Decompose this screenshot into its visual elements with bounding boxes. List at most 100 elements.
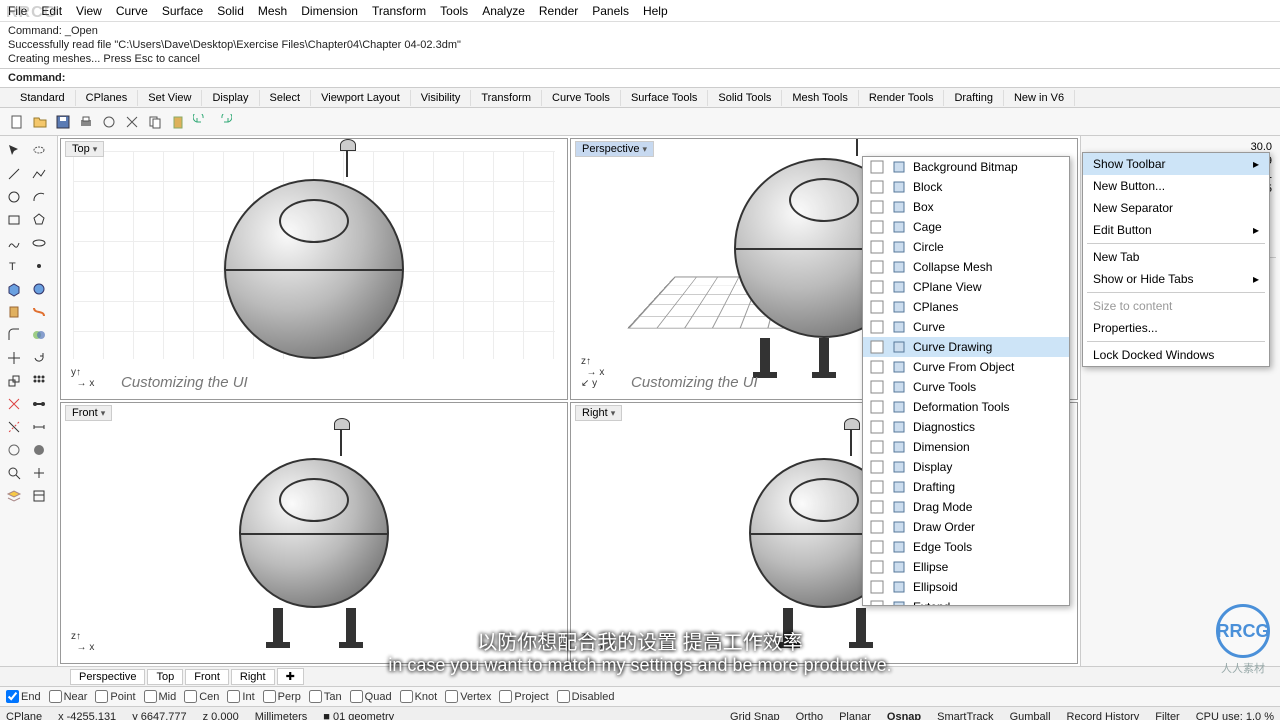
toolbar-list-item[interactable]: Curve Drawing <box>863 337 1069 357</box>
toolbar-list-item[interactable]: CPlane View <box>863 277 1069 297</box>
save-icon[interactable] <box>52 111 74 133</box>
viewport-label-right[interactable]: Right▾ <box>575 405 622 421</box>
context-menu-item[interactable]: New Button... <box>1083 175 1269 197</box>
tab-new-v6[interactable]: New in V6 <box>1004 90 1075 106</box>
osnap-quad[interactable]: Quad <box>350 690 392 703</box>
render-icon[interactable] <box>2 439 26 461</box>
undo-icon[interactable] <box>190 111 212 133</box>
osnap-knot[interactable]: Knot <box>400 690 438 703</box>
tab-curve-tools[interactable]: Curve Tools <box>542 90 621 106</box>
menu-mesh[interactable]: Mesh <box>258 4 287 18</box>
redo-icon[interactable] <box>213 111 235 133</box>
osnap-perp[interactable]: Perp <box>263 690 301 703</box>
osnap-int[interactable]: Int <box>227 690 254 703</box>
rect-icon[interactable] <box>2 209 26 231</box>
toolbar-list-item[interactable]: Dimension <box>863 437 1069 457</box>
menu-help[interactable]: Help <box>643 4 668 18</box>
tab-solid-tools[interactable]: Solid Tools <box>708 90 782 106</box>
command-prompt[interactable]: Command: <box>0 69 1280 88</box>
osnap-mid[interactable]: Mid <box>144 690 177 703</box>
layers-icon[interactable] <box>2 485 26 507</box>
toolbar-list-item[interactable]: Background Bitmap <box>863 157 1069 177</box>
context-menu-item[interactable]: Edit Button▸ <box>1083 219 1269 241</box>
osnap-vertex[interactable]: Vertex <box>445 690 491 703</box>
status-filter[interactable]: Filter <box>1155 711 1179 720</box>
pan-icon[interactable] <box>27 462 51 484</box>
toolbar-list-item[interactable]: Draw Order <box>863 517 1069 537</box>
tab-select[interactable]: Select <box>260 90 312 106</box>
fillet-icon[interactable] <box>2 324 26 346</box>
menu-analyze[interactable]: Analyze <box>482 4 525 18</box>
menu-panels[interactable]: Panels <box>592 4 629 18</box>
new-icon[interactable] <box>6 111 28 133</box>
join-icon[interactable] <box>27 393 51 415</box>
ellipse-icon[interactable] <box>27 232 51 254</box>
point-icon[interactable] <box>27 255 51 277</box>
curve-icon[interactable] <box>2 232 26 254</box>
toolbar-list-item[interactable]: Extend <box>863 597 1069 606</box>
toolbar-list-item[interactable]: Curve From Object <box>863 357 1069 377</box>
tab-surface-tools[interactable]: Surface Tools <box>621 90 708 106</box>
viewport-front[interactable]: Front▾ z↑ → x <box>60 402 568 664</box>
toolbar-list-item[interactable]: Box <box>863 197 1069 217</box>
status-history[interactable]: Record History <box>1067 711 1140 720</box>
tab-cplanes[interactable]: CPlanes <box>76 90 139 106</box>
menu-surface[interactable]: Surface <box>162 4 203 18</box>
toolbar-list-item[interactable]: Ellipse <box>863 557 1069 577</box>
text-icon[interactable]: T <box>2 255 26 277</box>
status-units[interactable]: Millimeters <box>255 711 308 720</box>
toolbar-list-item[interactable]: Curve <box>863 317 1069 337</box>
copy-icon[interactable] <box>144 111 166 133</box>
toolbar-list-item[interactable]: Collapse Mesh <box>863 257 1069 277</box>
vtab-perspective[interactable]: Perspective <box>70 669 145 685</box>
toolbar-list-item[interactable]: Ellipsoid <box>863 577 1069 597</box>
status-gumball[interactable]: Gumball <box>1010 711 1051 720</box>
trim-icon[interactable] <box>2 416 26 438</box>
osnap-project[interactable]: Project <box>499 690 548 703</box>
vtab-add[interactable]: ✚ <box>277 668 304 685</box>
toolbar-list-item[interactable]: Block <box>863 177 1069 197</box>
arc-icon[interactable] <box>27 186 51 208</box>
loft-icon[interactable] <box>27 301 51 323</box>
status-planar[interactable]: Planar <box>839 711 871 720</box>
vtab-right[interactable]: Right <box>231 669 275 685</box>
toolbar-list-item[interactable]: Circle <box>863 237 1069 257</box>
osnap-point[interactable]: Point <box>95 690 135 703</box>
status-osnap[interactable]: Osnap <box>887 711 921 720</box>
toolbar-list-item[interactable]: Curve Tools <box>863 377 1069 397</box>
osnap-disabled[interactable]: Disabled <box>557 690 615 703</box>
boolean-icon[interactable] <box>27 324 51 346</box>
polyline-icon[interactable] <box>27 163 51 185</box>
toolbar-list-item[interactable]: Edge Tools <box>863 537 1069 557</box>
toolbar-list-item[interactable]: Drag Mode <box>863 497 1069 517</box>
viewport-label-perspective[interactable]: Perspective▾ <box>575 141 654 157</box>
scale-icon[interactable] <box>2 370 26 392</box>
dim-icon[interactable] <box>27 416 51 438</box>
tab-viewport-layout[interactable]: Viewport Layout <box>311 90 411 106</box>
polygon-icon[interactable] <box>27 209 51 231</box>
tab-visibility[interactable]: Visibility <box>411 90 472 106</box>
shade-icon[interactable] <box>27 439 51 461</box>
context-menu-item[interactable]: Lock Docked Windows <box>1083 344 1269 366</box>
toolbar-list-item[interactable]: CPlanes <box>863 297 1069 317</box>
lasso-icon[interactable] <box>27 140 51 162</box>
status-smarttrack[interactable]: SmartTrack <box>937 711 993 720</box>
explode-icon[interactable] <box>2 393 26 415</box>
properties-icon[interactable] <box>27 485 51 507</box>
menu-curve[interactable]: Curve <box>116 4 148 18</box>
menu-tools[interactable]: Tools <box>440 4 468 18</box>
osnap-near[interactable]: Near <box>49 690 88 703</box>
vtab-front[interactable]: Front <box>185 669 229 685</box>
status-ortho[interactable]: Ortho <box>796 711 824 720</box>
tab-render-tools[interactable]: Render Tools <box>859 90 945 106</box>
menu-solid[interactable]: Solid <box>217 4 244 18</box>
pointer-icon[interactable] <box>2 140 26 162</box>
viewport-label-top[interactable]: Top▾ <box>65 141 104 157</box>
sphere-icon[interactable] <box>27 278 51 300</box>
menu-dimension[interactable]: Dimension <box>301 4 358 18</box>
context-menu-item[interactable]: Show or Hide Tabs▸ <box>1083 268 1269 290</box>
box-icon[interactable] <box>2 278 26 300</box>
viewport-top[interactable]: Top▾ y↑ → x Customizing the UI <box>60 138 568 400</box>
status-gridsnap[interactable]: Grid Snap <box>730 711 780 720</box>
toolbar-list-item[interactable]: Cage <box>863 217 1069 237</box>
